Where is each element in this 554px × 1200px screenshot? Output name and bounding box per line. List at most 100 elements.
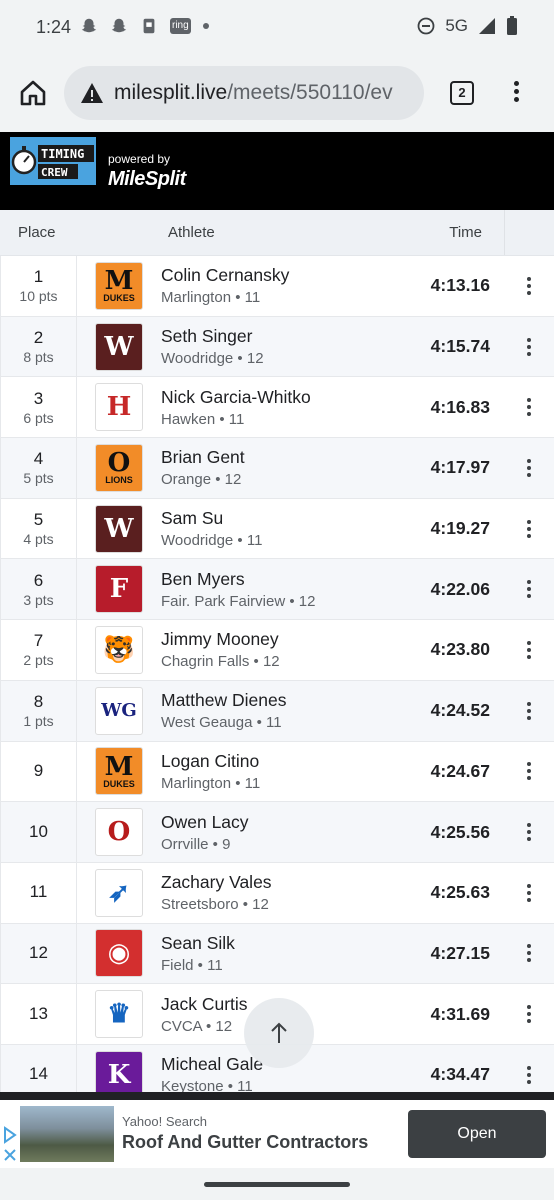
team-logo[interactable]: K <box>95 1050 143 1098</box>
athlete-team-grade[interactable]: Woodridge • 11 <box>161 532 408 549</box>
athlete-cell[interactable]: Sam Su Woodridge • 11 <box>161 508 408 549</box>
team-logo[interactable]: ♛ <box>95 990 143 1039</box>
row-menu-icon[interactable] <box>504 1004 554 1025</box>
athlete-cell[interactable]: Seth Singer Woodridge • 12 <box>161 326 408 367</box>
row-menu-icon[interactable] <box>504 275 554 296</box>
athlete-name[interactable]: Brian Gent <box>161 447 408 468</box>
ad-open-button[interactable]: Open <box>408 1110 546 1158</box>
home-handle[interactable] <box>204 1182 350 1187</box>
row-menu-icon[interactable] <box>504 822 554 843</box>
athlete-cell[interactable]: Sean Silk Field • 11 <box>161 933 408 974</box>
row-menu-icon[interactable] <box>504 882 554 903</box>
team-logo[interactable]: W <box>95 504 143 553</box>
place-cell: 13 <box>1 984 77 1044</box>
team-logo[interactable]: O LIONS <box>95 443 143 492</box>
athlete-name[interactable]: Colin Cernansky <box>161 265 408 286</box>
team-logo-mark: M <box>104 751 134 782</box>
address-bar[interactable]: milesplit.live/meets/550110/ev <box>64 66 424 120</box>
row-menu-icon[interactable] <box>504 518 554 539</box>
team-logo[interactable]: ◉ <box>95 929 143 978</box>
milesplit-logo[interactable]: MileSplit <box>108 168 186 191</box>
athlete-cell[interactable]: Zachary Vales Streetsboro • 12 <box>161 872 408 913</box>
row-menu-icon[interactable] <box>504 700 554 721</box>
table-row[interactable]: 11 ➶ Zachary Vales Streetsboro • 12 4:25… <box>0 862 554 924</box>
table-row[interactable]: 5 4 pts W Sam Su Woodridge • 11 4:19.27 <box>0 498 554 560</box>
athlete-team-grade[interactable]: Orange • 12 <box>161 471 408 488</box>
athlete-team-grade[interactable]: Orrville • 9 <box>161 836 408 853</box>
team-logo[interactable]: F <box>95 565 143 614</box>
place-number: 11 <box>29 882 48 902</box>
row-menu-icon[interactable] <box>504 397 554 418</box>
athlete-team-grade[interactable]: Marlington • 11 <box>161 289 408 306</box>
athlete-team-grade[interactable]: Fair. Park Fairview • 12 <box>161 593 408 610</box>
athlete-name[interactable]: Zachary Vales <box>161 872 408 893</box>
tab-switcher-button[interactable]: 2 <box>450 81 474 105</box>
athlete-cell[interactable]: Logan Citino Marlington • 11 <box>161 751 408 792</box>
athlete-cell[interactable]: Matthew Dienes West Geauga • 11 <box>161 690 408 731</box>
row-menu-icon[interactable] <box>504 336 554 357</box>
ad-title[interactable]: Roof And Gutter Contractors <box>122 1132 368 1153</box>
athlete-cell[interactable]: Jimmy Mooney Chagrin Falls • 12 <box>161 629 408 670</box>
header-place[interactable]: Place <box>0 224 76 241</box>
team-logo[interactable]: WG <box>95 686 143 735</box>
table-row[interactable]: 1 10 pts M DUKES Colin Cernansky Marling… <box>0 256 554 317</box>
athlete-team-grade[interactable]: Streetsboro • 12 <box>161 896 408 913</box>
row-menu-icon[interactable] <box>504 943 554 964</box>
athlete-name[interactable]: Sean Silk <box>161 933 408 954</box>
team-logo[interactable]: M DUKES <box>95 747 143 796</box>
row-menu-icon[interactable] <box>504 639 554 660</box>
team-logo[interactable]: H <box>95 383 143 432</box>
table-row[interactable]: 6 3 pts F Ben Myers Fair. Park Fairview … <box>0 559 554 621</box>
team-logo[interactable]: ➶ <box>95 868 143 917</box>
ad-banner[interactable]: Yahoo! Search Roof And Gutter Contractor… <box>0 1100 554 1168</box>
athlete-cell[interactable]: Brian Gent Orange • 12 <box>161 447 408 488</box>
scroll-to-top-button[interactable] <box>244 998 314 1068</box>
table-row[interactable]: 9 M DUKES Logan Citino Marlington • 11 4… <box>0 741 554 803</box>
team-logo[interactable]: M DUKES <box>95 261 143 310</box>
athlete-name[interactable]: Owen Lacy <box>161 812 408 833</box>
team-logo-cell: M DUKES <box>77 261 161 310</box>
athlete-team-grade[interactable]: Hawken • 11 <box>161 411 408 428</box>
header-time[interactable]: Time <box>430 224 504 241</box>
table-row[interactable]: 7 2 pts 🐯 Jimmy Mooney Chagrin Falls • 1… <box>0 620 554 681</box>
team-logo[interactable]: W <box>95 322 143 371</box>
browser-menu-icon[interactable] <box>508 78 524 108</box>
warning-icon[interactable] <box>80 82 104 104</box>
athlete-cell[interactable]: Ben Myers Fair. Park Fairview • 12 <box>161 569 408 610</box>
athlete-name[interactable]: Nick Garcia-Whitko <box>161 387 408 408</box>
athlete-team-grade[interactable]: Woodridge • 12 <box>161 350 408 367</box>
athlete-team-grade[interactable]: West Geauga • 11 <box>161 714 408 731</box>
table-row[interactable]: 12 ◉ Sean Silk Field • 11 4:27.15 <box>0 923 554 985</box>
home-icon[interactable] <box>18 78 48 108</box>
header-athlete[interactable]: Athlete <box>76 224 430 241</box>
athlete-name[interactable]: Logan Citino <box>161 751 408 772</box>
row-menu-icon[interactable] <box>504 579 554 600</box>
athlete-cell[interactable]: Colin Cernansky Marlington • 11 <box>161 265 408 306</box>
place-points: 1 pts <box>23 713 54 730</box>
athlete-name[interactable]: Seth Singer <box>161 326 408 347</box>
table-row[interactable]: 3 6 pts H Nick Garcia-Whitko Hawken • 11… <box>0 377 554 439</box>
table-row[interactable]: 8 1 pts WG Matthew Dienes West Geauga • … <box>0 680 554 742</box>
ad-image[interactable] <box>20 1106 114 1162</box>
row-menu-icon[interactable] <box>504 761 554 782</box>
athlete-cell[interactable]: Owen Lacy Orrville • 9 <box>161 812 408 853</box>
table-row[interactable]: 4 5 pts O LIONS Brian Gent Orange • 12 4… <box>0 438 554 499</box>
table-header: Place Athlete Time <box>0 210 554 256</box>
athlete-name[interactable]: Matthew Dienes <box>161 690 408 711</box>
athlete-name[interactable]: Ben Myers <box>161 569 408 590</box>
row-menu-icon[interactable] <box>504 1064 554 1085</box>
table-row[interactable]: 2 8 pts W Seth Singer Woodridge • 12 4:1… <box>0 316 554 378</box>
ad-choices-icon[interactable] <box>2 1126 20 1166</box>
team-logo[interactable]: O <box>95 808 143 857</box>
athlete-name[interactable]: Jimmy Mooney <box>161 629 408 650</box>
place-cell: 2 8 pts <box>1 316 77 377</box>
athlete-name[interactable]: Sam Su <box>161 508 408 529</box>
row-menu-icon[interactable] <box>504 457 554 478</box>
team-logo[interactable]: 🐯 <box>95 625 143 674</box>
athlete-team-grade[interactable]: Marlington • 11 <box>161 775 408 792</box>
athlete-cell[interactable]: Nick Garcia-Whitko Hawken • 11 <box>161 387 408 428</box>
athlete-team-grade[interactable]: Field • 11 <box>161 957 408 974</box>
team-logo-cell: ➶ <box>77 868 161 917</box>
table-row[interactable]: 10 O Owen Lacy Orrville • 9 4:25.56 <box>0 802 554 863</box>
athlete-team-grade[interactable]: Chagrin Falls • 12 <box>161 653 408 670</box>
